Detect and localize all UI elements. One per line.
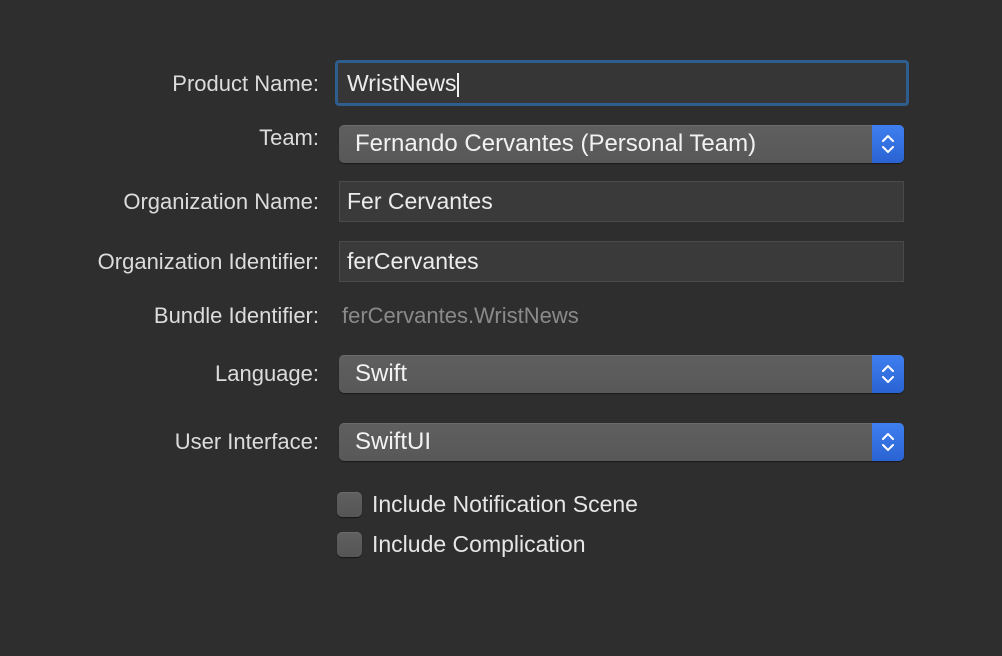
user-interface-popup[interactable]: SwiftUI xyxy=(339,423,904,461)
organization-identifier-label: Organization Identifier: xyxy=(97,249,319,274)
bundle-identifier-label: Bundle Identifier: xyxy=(153,303,319,328)
language-popup[interactable]: Swift xyxy=(339,355,904,393)
organization-name-label: Organization Name: xyxy=(123,189,319,214)
organization-name-field[interactable]: Fer Cervantes xyxy=(339,181,904,222)
include-notification-scene-label: Include Notification Scene xyxy=(372,490,638,517)
project-options-panel: Product Name: WristNews Team: Fernando C… xyxy=(0,0,1002,656)
chevron-up-down-icon xyxy=(872,355,904,393)
product-name-field[interactable]: WristNews xyxy=(335,60,909,106)
include-complication-checkbox[interactable] xyxy=(337,531,362,557)
user-interface-label: User Interface: xyxy=(174,429,319,454)
language-label: Language: xyxy=(215,361,319,386)
include-complication-label: Include Complication xyxy=(372,530,586,557)
include-notification-scene-checkbox[interactable] xyxy=(337,491,362,517)
text-caret xyxy=(457,72,460,97)
chevron-up-down-icon xyxy=(872,423,904,461)
product-name-label: Product Name: xyxy=(172,71,319,96)
team-popup[interactable]: Fernando Cervantes (Personal Team) xyxy=(339,125,904,163)
organization-identifier-field[interactable]: ferCervantes xyxy=(339,241,904,282)
language-value: Swift xyxy=(355,360,408,387)
team-label: Team: xyxy=(259,125,319,150)
user-interface-value: SwiftUI xyxy=(355,428,432,455)
include-notification-scene-option[interactable]: Include Notification Scene xyxy=(337,490,638,518)
chevron-up-down-icon xyxy=(872,125,904,163)
bundle-identifier-value: ferCervantes.WristNews xyxy=(342,303,579,328)
include-complication-option[interactable]: Include Complication xyxy=(337,530,586,558)
team-value: Fernando Cervantes (Personal Team) xyxy=(355,130,757,157)
product-name-value: WristNews xyxy=(347,70,457,96)
